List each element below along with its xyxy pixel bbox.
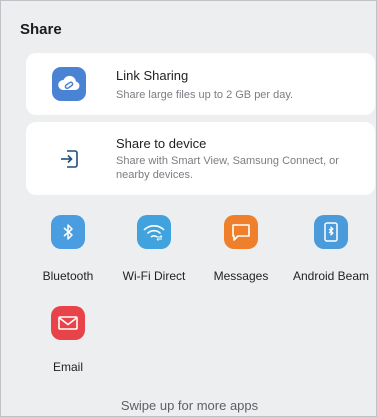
- app-android-beam[interactable]: Android Beam: [286, 215, 376, 283]
- app-label-wifi-direct: Wi-Fi Direct: [122, 269, 186, 283]
- swipe-hint: Swipe up for more apps: [120, 398, 259, 413]
- app-label-bluetooth: Bluetooth: [42, 269, 94, 283]
- share-to-device-icon: [52, 142, 86, 176]
- share-to-device-title: Share to device: [116, 136, 207, 151]
- app-label-email: Email: [52, 360, 83, 374]
- messages-icon: [224, 215, 258, 249]
- bluetooth-icon: [51, 215, 85, 249]
- app-wifi-direct[interactable]: Wi-Fi Direct: [109, 215, 199, 283]
- cloud-link-icon: [52, 67, 86, 101]
- app-email[interactable]: Email: [23, 306, 113, 374]
- app-label-android-beam: Android Beam: [292, 269, 370, 283]
- share-to-device-subtitle: Share with Smart View, Samsung Connect, …: [116, 155, 339, 181]
- app-label-messages: Messages: [213, 269, 269, 283]
- app-messages[interactable]: Messages: [196, 215, 286, 283]
- panel-title: Share: [20, 21, 62, 38]
- share-to-device-option[interactable]: Share to device Share with Smart View, S…: [26, 122, 375, 195]
- android-beam-icon: [314, 215, 348, 249]
- link-sharing-option[interactable]: Link Sharing Share large files up to 2 G…: [26, 53, 375, 115]
- app-bluetooth[interactable]: Bluetooth: [23, 215, 113, 283]
- email-icon: [51, 306, 85, 340]
- share-panel: Share Link Sharing Share large files up …: [0, 0, 377, 417]
- wifi-direct-icon: [137, 215, 171, 249]
- link-sharing-title: Link Sharing: [116, 68, 189, 83]
- link-sharing-subtitle: Share large files up to 2 GB per day.: [116, 89, 294, 101]
